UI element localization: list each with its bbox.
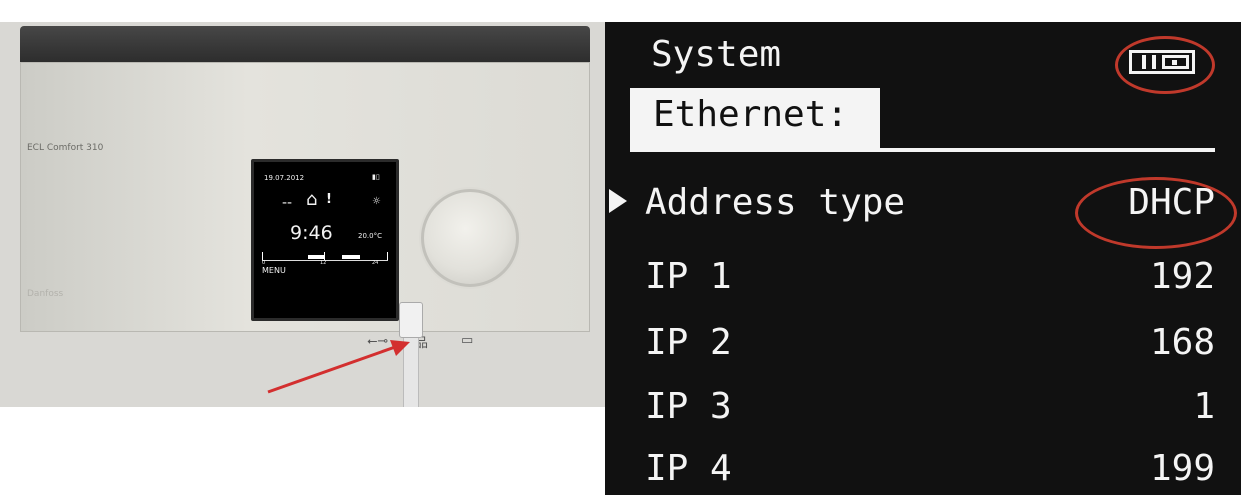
lcd-date: 19.07.2012 xyxy=(264,174,305,182)
row-label-address-type[interactable]: Address type xyxy=(645,182,905,223)
row-label-ip2[interactable]: IP 2 xyxy=(645,322,732,363)
sun-icon: ☼ xyxy=(372,196,381,207)
power-connector-icon: ▭ xyxy=(461,333,474,348)
row-label-ip1[interactable]: IP 1 xyxy=(645,256,732,297)
mode-highlight-ring xyxy=(1115,36,1215,94)
dhcp-highlight-ring xyxy=(1075,177,1237,249)
row-value-ip2[interactable]: 168 xyxy=(1150,322,1215,363)
screen-title: System xyxy=(651,34,782,75)
battery-icon: ▮▯ xyxy=(372,173,380,181)
red-arrow-icon xyxy=(267,340,410,394)
row-value-ip4[interactable]: 199 xyxy=(1150,448,1215,489)
controller-front-panel: ECL Comfort 310 Danfoss 19.07.2012 ▮▯ --… xyxy=(20,62,590,351)
lcd-menu-label: MENU xyxy=(262,266,286,275)
section-title: Ethernet: xyxy=(653,94,849,135)
row-value-ip1[interactable]: 192 xyxy=(1150,256,1215,297)
ecl-controller: ECL Comfort 310 Danfoss 19.07.2012 ▮▯ --… xyxy=(20,26,590,351)
controller-lcd: 19.07.2012 ▮▯ -- ⌂ ! ☼ 9:46 20.0°C 0 12 … xyxy=(251,159,399,321)
schedule-tick-12: 12 xyxy=(320,260,327,266)
zoomed-display: System Ethernet: Address type DHCP IP 1 … xyxy=(605,22,1241,495)
schedule-tick-24: 24 xyxy=(372,260,379,266)
house-icon: ⌂ xyxy=(306,189,318,210)
row-label-ip4[interactable]: IP 4 xyxy=(645,448,732,489)
section-divider xyxy=(630,148,1215,152)
lcd-time: 9:46 xyxy=(290,222,333,244)
controller-top-cover xyxy=(20,26,590,62)
control-dial[interactable] xyxy=(421,189,519,287)
controller-brand-label: ECL Comfort 310 xyxy=(27,143,104,153)
lcd-dash: -- xyxy=(282,195,293,211)
lcd-temperature: 20.0°C xyxy=(358,232,382,240)
alert-icon: ! xyxy=(326,192,332,207)
row-label-ip3[interactable]: IP 3 xyxy=(645,386,732,427)
row-value-ip3[interactable]: 1 xyxy=(1193,386,1215,427)
selection-pointer-icon xyxy=(609,189,627,213)
logo-mark: Danfoss xyxy=(27,289,64,299)
controller-photo: ECL Comfort 310 Danfoss 19.07.2012 ▮▯ --… xyxy=(0,0,605,495)
